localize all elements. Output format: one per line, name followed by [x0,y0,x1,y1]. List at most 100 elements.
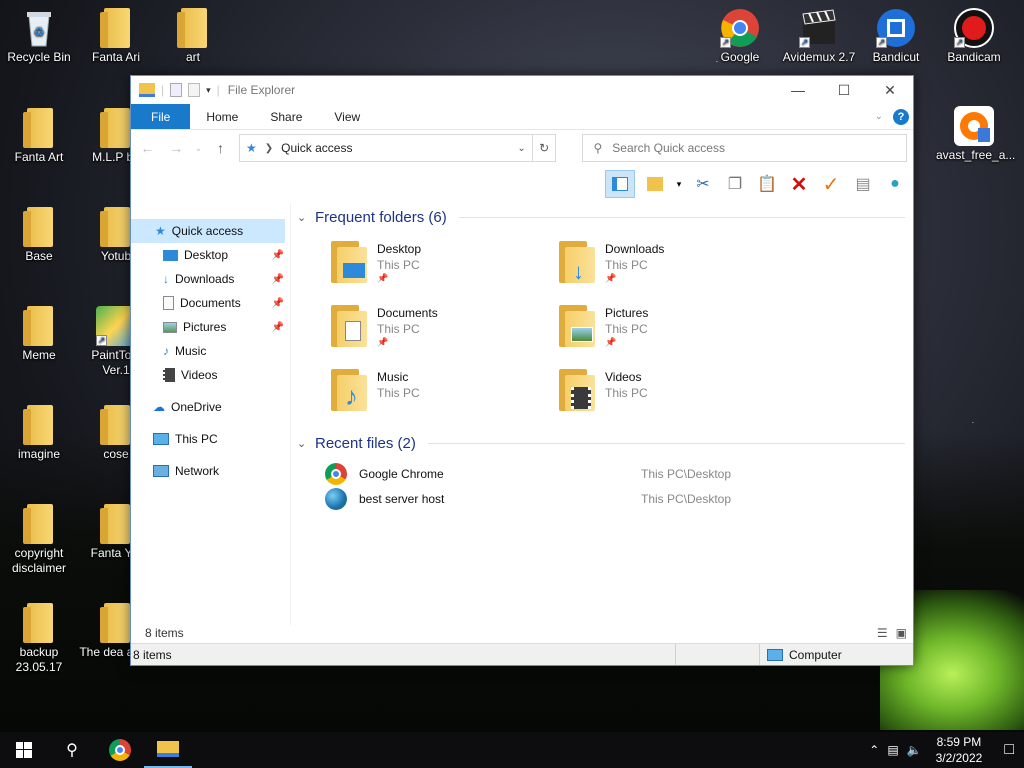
search-input[interactable]: ⚲ Search Quick access [582,134,907,162]
network-icon[interactable]: ▤ [887,743,898,757]
collapse-chevron-icon[interactable]: ⌄ [297,211,309,224]
taskbar-chrome[interactable] [96,732,144,768]
minimize-button[interactable]: — [775,76,821,104]
address-dropdown-icon[interactable]: ⌄ [517,143,525,154]
notifications-icon[interactable]: □ [1004,741,1014,759]
desktop-icon-folder[interactable]: copyright disclaimer [1,504,77,576]
breadcrumb-chevron-icon[interactable]: ❯ [265,143,273,154]
maximize-button[interactable]: ☐ [821,76,867,104]
desktop-icon-folder[interactable]: art [155,8,231,65]
search-button[interactable]: ⚲ [48,732,96,768]
nav-item-desktop[interactable]: Desktop 📌 [131,243,290,267]
folder-tile-music[interactable]: ♪ Music This PC [331,361,559,425]
desktop-icon-folder[interactable]: backup 23.05.17 [1,603,77,675]
copy-icon[interactable]: ❐ [723,172,747,196]
forward-button[interactable]: → [166,140,187,156]
close-button[interactable]: ✕ [867,76,913,104]
section-title: Frequent folders (6) [315,208,447,226]
nav-item-downloads[interactable]: ↓ Downloads 📌 [131,267,290,291]
up-button[interactable]: ↑ [210,140,231,156]
avidemux-icon: ↗ [799,8,839,48]
explorer-icon[interactable] [139,83,155,97]
item-count: 8 items [145,626,184,640]
refresh-button[interactable]: ↻ [531,134,557,162]
folder-tile-downloads[interactable]: ↓ Downloads This PC 📌 [559,233,787,297]
delete-icon[interactable]: ✕ [787,172,811,196]
tab-home[interactable]: Home [190,104,254,129]
nav-item-quick-access[interactable]: ★ Quick access [131,219,285,243]
nav-item-label: Network [175,464,220,478]
folder-tile-desktop[interactable]: Desktop This PC 📌 [331,233,559,297]
tab-view[interactable]: View [318,104,376,129]
new-folder-button-icon[interactable] [643,172,667,196]
section-title: Recent files (2) [315,434,416,452]
large-icons-view-icon[interactable]: ▣ [896,626,907,640]
recent-file-row[interactable]: Google Chrome This PC\Desktop [325,461,913,486]
new-folder-dropdown-icon[interactable]: ▾ [675,172,683,196]
nav-item-network[interactable]: Network [131,459,290,483]
nav-item-this-pc[interactable]: This PC [131,427,290,451]
desktop-icon-recycle-bin[interactable]: ♻ Recycle Bin [1,8,77,65]
recent-locations-icon[interactable]: ⌄ [195,143,203,154]
music-folder-icon: ♪ [331,369,369,411]
nav-item-pictures[interactable]: Pictures 📌 [131,315,290,339]
properties-icon[interactable] [170,83,183,97]
nav-item-onedrive[interactable]: ☁ OneDrive [131,395,290,419]
desktop-icon-folder[interactable]: imagine [1,405,77,462]
help-icon[interactable]: ? [893,108,909,125]
properties-button-icon[interactable]: ▤ [851,172,875,196]
folder-tile-pictures[interactable]: Pictures This PC 📌 [559,297,787,361]
clock[interactable]: 8:59 PM 3/2/2022 [936,734,983,766]
navigation-pane-icon[interactable] [605,170,635,198]
frequent-folders-header[interactable]: ⌄ Frequent folders (6) [297,205,913,229]
desktop-icon-folder[interactable]: Base [1,207,77,264]
folder-tile-documents[interactable]: Documents This PC 📌 [331,297,559,361]
recent-file-name: best server host [359,491,445,506]
paste-icon[interactable]: 📋 [755,172,779,196]
new-folder-icon[interactable] [188,83,201,97]
network-globe-icon[interactable]: ● [883,172,907,196]
title-bar[interactable]: | ▾ | File Explorer — ☐ ✕ [131,76,913,104]
pin-icon: 📌 [605,273,617,283]
folder-location: This PC [377,258,420,272]
nav-item-music[interactable]: ♪ Music [131,339,290,363]
customize-toolbar-icon[interactable]: ▾ [206,85,211,96]
desktop-icon-google[interactable]: ↗ Google [702,8,778,65]
desktop-icon-bandicut[interactable]: ↗ Bandicut [858,8,934,65]
address-bar[interactable]: ★ ❯ Quick access ⌄ [238,134,533,162]
show-hidden-icons-icon[interactable]: ⌃ [869,743,879,757]
tab-file[interactable]: File [131,104,191,129]
pictures-folder-icon [559,305,597,347]
volume-icon[interactable]: 🔈 [907,743,922,757]
pin-icon[interactable]: 📌 [272,298,284,309]
desktop-icon-avidemux[interactable]: ↗ Avidemux 2.7 [781,8,857,65]
details-view-icon[interactable]: ☰ [877,626,888,640]
pin-icon[interactable]: 📌 [272,322,284,333]
ribbon-tabs: File Home Share View ⌄ ? [131,104,913,130]
folder-tile-videos[interactable]: Videos This PC [559,361,787,425]
pin-icon[interactable]: 📌 [272,250,284,261]
status-bar: 8 items ☰ ▣ [131,623,913,643]
start-button[interactable] [0,732,48,768]
pin-icon[interactable]: 📌 [272,274,284,285]
desktop-icon-folder[interactable]: Meme [1,306,77,363]
nav-item-documents[interactable]: Documents 📌 [131,291,290,315]
tab-share[interactable]: Share [254,104,318,129]
desktop-icon-folder[interactable]: Fanta Ari [78,8,154,65]
window-title: File Explorer [227,83,296,97]
folder-icon [100,8,132,48]
cut-icon[interactable]: ✂ [691,172,715,196]
desktop-icon-avast[interactable]: avast_free_a... [936,106,1015,163]
rename-icon[interactable]: ✓ [819,172,843,196]
nav-item-videos[interactable]: Videos [131,363,290,387]
taskbar-file-explorer[interactable] [144,732,192,768]
breadcrumb[interactable]: Quick access [281,141,352,155]
expand-ribbon-icon[interactable]: ⌄ [875,111,883,122]
back-button[interactable]: ← [137,140,158,156]
file-explorer-window[interactable]: | ▾ | File Explorer — ☐ ✕ File Home Shar… [130,75,914,666]
collapse-chevron-icon[interactable]: ⌄ [297,437,309,450]
desktop-icon-bandicam[interactable]: ↗ Bandicam [936,8,1012,65]
recent-file-row[interactable]: best server host This PC\Desktop [325,486,913,511]
desktop-icon-folder[interactable]: Fanta Art [1,108,77,165]
recent-files-header[interactable]: ⌄ Recent files (2) [297,431,913,455]
